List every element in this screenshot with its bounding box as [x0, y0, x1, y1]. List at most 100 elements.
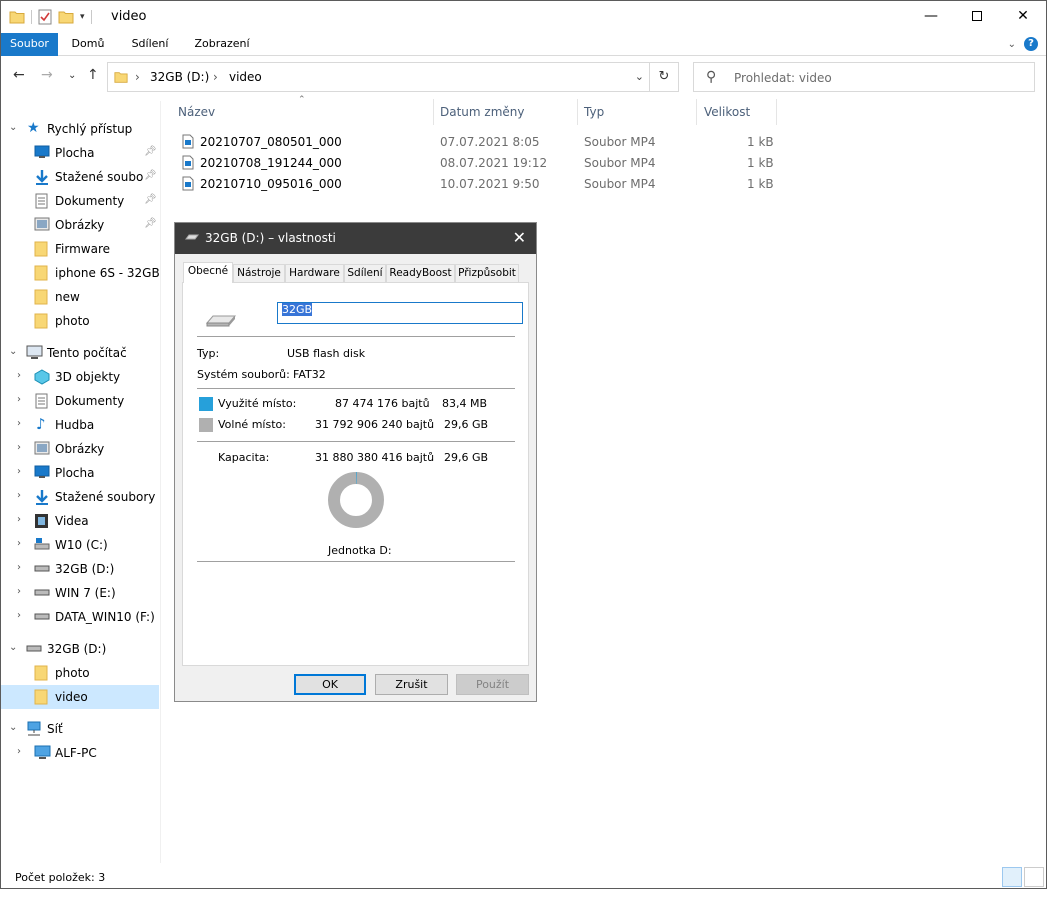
column-header-size[interactable]: Velikost	[704, 105, 750, 119]
sidebar-item-plocha-pc[interactable]: › Plocha	[1, 461, 159, 485]
chevron-down-icon[interactable]: ⌄	[635, 70, 644, 83]
chevron-right-icon[interactable]: ›	[17, 442, 21, 453]
chevron-right-icon[interactable]: ›	[17, 538, 21, 549]
tab-obecne[interactable]: Obecné	[183, 262, 233, 283]
column-separator[interactable]	[433, 99, 434, 125]
drive-icon	[34, 565, 50, 572]
sidebar-item-hudba[interactable]: › ♪ Hudba	[1, 413, 159, 437]
maximize-button[interactable]	[954, 1, 1000, 31]
back-arrow-icon[interactable]: ←	[13, 67, 25, 83]
chevron-right-icon[interactable]: ›	[17, 418, 21, 429]
column-separator[interactable]	[776, 99, 777, 125]
customize-toolbar-icon[interactable]: ▾	[80, 12, 85, 22]
folder-icon[interactable]	[9, 10, 25, 24]
column-separator[interactable]	[696, 99, 697, 125]
breadcrumb-folder[interactable]: video	[229, 70, 262, 84]
sidebar-item-3d-objekty[interactable]: › 3D objekty	[1, 365, 159, 389]
sidebar-item-usb-video[interactable]: video	[1, 685, 159, 709]
sidebar-item-stazene[interactable]: Stažené soubo 📌︎	[1, 165, 159, 189]
apply-button[interactable]: Použít	[456, 674, 529, 695]
chevron-down-icon[interactable]: ⌄	[9, 722, 17, 733]
address-bar[interactable]: › 32GB (D:) › video ⌄ ↻	[107, 62, 679, 92]
tab-sdileni[interactable]: Sdílení	[119, 33, 181, 56]
sidebar-item-dokumenty-pc[interactable]: › Dokumenty	[1, 389, 159, 413]
column-header-type[interactable]: Typ	[584, 105, 604, 119]
desktop-icon	[34, 145, 50, 158]
tab-hardware[interactable]: Hardware	[285, 264, 344, 282]
pictures-icon	[34, 441, 50, 455]
sidebar-item-alf-pc[interactable]: › ALF-PC	[1, 741, 159, 765]
sidebar-item-iphone[interactable]: iphone 6S - 32GB	[1, 261, 160, 285]
recent-locations-icon[interactable]: ⌄	[68, 70, 76, 81]
close-icon: ✕	[1017, 8, 1029, 24]
sidebar-item-stazene-pc[interactable]: › Stažené soubory	[1, 485, 159, 509]
sidebar-item-obrazky-pc[interactable]: › Obrázky	[1, 437, 159, 461]
chevron-right-icon[interactable]: ›	[17, 514, 21, 525]
tab-readyboost[interactable]: ReadyBoost	[386, 264, 455, 282]
tab-domu[interactable]: Domů	[60, 33, 116, 56]
new-folder-icon[interactable]	[58, 10, 74, 24]
chevron-down-icon[interactable]: ⌄	[9, 122, 17, 133]
expand-ribbon-icon[interactable]: ⌄	[1008, 39, 1016, 50]
chevron-right-icon[interactable]: ›	[17, 610, 21, 621]
details-view-icon[interactable]	[1002, 867, 1022, 887]
drive-icon	[34, 589, 50, 596]
ok-button[interactable]: OK	[294, 674, 366, 695]
sidebar-item-data-win10[interactable]: › DATA_WIN10 (F:)	[1, 605, 159, 629]
column-separator[interactable]	[577, 99, 578, 125]
type-label: Typ:	[197, 347, 220, 360]
chevron-down-icon[interactable]: ⌄	[9, 642, 17, 653]
system-drive-icon	[34, 538, 50, 550]
chevron-right-icon[interactable]: ›	[17, 466, 21, 477]
volume-name-input[interactable]: 32GB	[277, 302, 523, 324]
tab-prizpusobit[interactable]: Přizpůsobit	[455, 264, 519, 282]
chevron-right-icon[interactable]: ›	[17, 394, 21, 405]
refresh-button[interactable]: ↻	[649, 63, 678, 91]
cancel-button[interactable]: Zrušit	[375, 674, 448, 695]
dialog-title-bar[interactable]: 32GB (D:) – vlastnosti ✕	[175, 223, 536, 254]
sidebar-item-quick-access[interactable]: ⌄ ★ Rychlý přístup	[1, 117, 159, 141]
close-button[interactable]: ✕	[1000, 1, 1046, 31]
sidebar-item-label: Dokumenty	[55, 394, 125, 408]
tab-nastroje[interactable]: Nástroje	[233, 264, 285, 282]
chevron-right-icon[interactable]: ›	[17, 490, 21, 501]
table-row[interactable]: 20210707_080501_000 07.07.2021 8:05 Soub…	[177, 132, 777, 153]
sidebar-item-win7[interactable]: › WIN 7 (E:)	[1, 581, 159, 605]
chevron-right-icon[interactable]: ›	[17, 746, 21, 757]
sidebar-item-32gb[interactable]: › 32GB (D:)	[1, 557, 159, 581]
pane-divider[interactable]	[160, 101, 161, 863]
sidebar-item-this-pc[interactable]: ⌄ Tento počítač	[1, 341, 159, 365]
tab-zobrazeni[interactable]: Zobrazení	[187, 33, 257, 56]
tab-soubor[interactable]: Soubor	[1, 33, 58, 56]
column-header-name[interactable]: Název	[178, 105, 215, 119]
chevron-right-icon[interactable]: ›	[17, 562, 21, 573]
sidebar-item-usb-drive[interactable]: ⌄ 32GB (D:)	[1, 637, 159, 661]
breadcrumb-drive[interactable]: 32GB (D:)	[150, 70, 209, 84]
sidebar-item-dokumenty[interactable]: Dokumenty 📌︎	[1, 189, 159, 213]
forward-arrow-icon[interactable]: →	[41, 67, 53, 83]
column-header-date[interactable]: Datum změny	[440, 105, 525, 119]
chevron-right-icon[interactable]: ›	[17, 586, 21, 597]
help-icon[interactable]: ?	[1024, 37, 1038, 51]
chevron-down-icon[interactable]: ⌄	[9, 346, 17, 357]
sidebar-item-plocha[interactable]: Plocha 📌︎	[1, 141, 159, 165]
table-row[interactable]: 20210708_191244_000 08.07.2021 19:12 Sou…	[177, 153, 777, 174]
search-box[interactable]: ⚲ Prohledat: video	[693, 62, 1035, 92]
sidebar-item-obrazky[interactable]: Obrázky 📌︎	[1, 213, 159, 237]
sidebar-item-firmware[interactable]: Firmware	[1, 237, 159, 261]
minimize-button[interactable]: —	[908, 1, 954, 31]
video-file-icon	[182, 155, 194, 170]
sidebar-item-usb-photo[interactable]: photo	[1, 661, 159, 685]
sidebar-item-network[interactable]: ⌄ Síť	[1, 717, 159, 741]
properties-icon[interactable]	[38, 9, 52, 25]
sidebar-item-new[interactable]: new	[1, 285, 159, 309]
sidebar-item-photo[interactable]: photo	[1, 309, 159, 333]
tab-sdileni-dialog[interactable]: Sdílení	[344, 264, 386, 282]
sidebar-item-w10[interactable]: › W10 (C:)	[1, 533, 159, 557]
sidebar-item-videa[interactable]: › Videa	[1, 509, 159, 533]
up-arrow-icon[interactable]: ↑	[87, 67, 99, 83]
close-icon[interactable]: ✕	[513, 228, 526, 247]
large-icons-view-icon[interactable]	[1024, 867, 1044, 887]
chevron-right-icon[interactable]: ›	[17, 370, 21, 381]
table-row[interactable]: 20210710_095016_000 10.07.2021 9:50 Soub…	[177, 174, 777, 195]
